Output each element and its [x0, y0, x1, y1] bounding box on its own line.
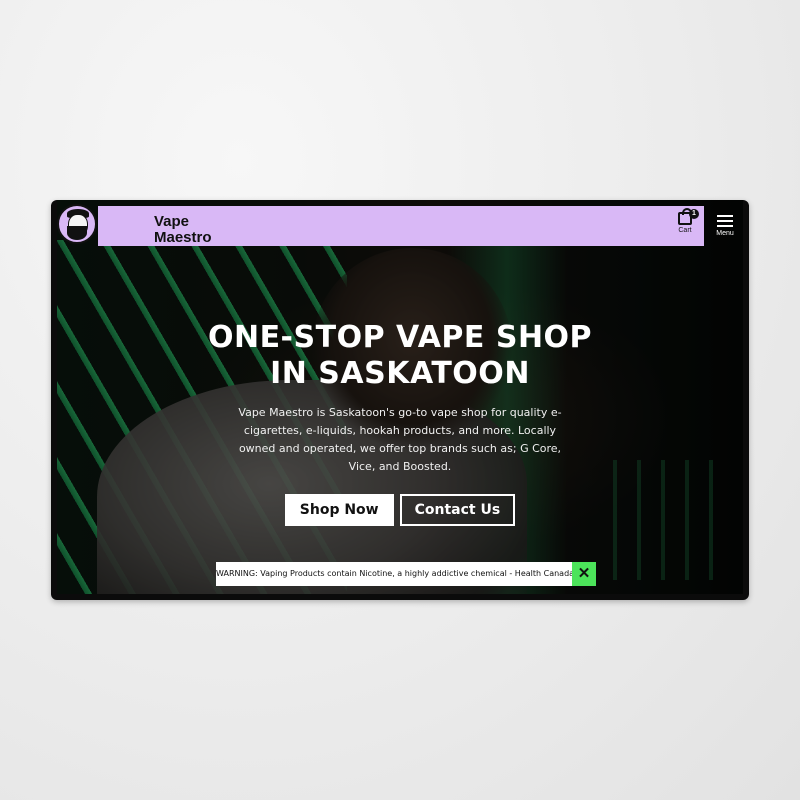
hamburger-icon: [717, 215, 733, 217]
warning-text: WARNING: Vaping Products contain Nicotin…: [216, 562, 572, 586]
hero-headline: ONE-STOP VAPE SHOP IN SASKATOON: [200, 320, 600, 392]
hero-buttons: Shop Now Contact Us: [57, 494, 743, 526]
menu-button[interactable]: Menu: [710, 212, 740, 246]
site-header: Vape Maestro: [98, 206, 704, 246]
vape-maestro-logo[interactable]: [57, 204, 97, 244]
logo-beard: [67, 226, 87, 240]
contact-us-button[interactable]: Contact Us: [399, 494, 516, 526]
cart-label: Cart: [678, 227, 692, 234]
menu-label: Menu: [716, 230, 734, 237]
brand-line-2: Maestro: [154, 229, 212, 246]
cart-count-badge: 1: [689, 209, 699, 219]
brand-name[interactable]: Vape Maestro: [154, 214, 244, 246]
headline-line-1: ONE-STOP VAPE SHOP: [207, 320, 593, 355]
shop-now-button[interactable]: Shop Now: [284, 494, 394, 526]
close-icon[interactable]: ✕: [572, 562, 596, 586]
hero-background-image: ONE-STOP VAPE SHOP IN SASKATOON Vape Mae…: [57, 200, 743, 594]
headline-line-2: IN SASKATOON: [270, 356, 530, 391]
hero-content: ONE-STOP VAPE SHOP IN SASKATOON Vape Mae…: [57, 320, 743, 526]
browser-frame: ONE-STOP VAPE SHOP IN SASKATOON Vape Mae…: [51, 200, 749, 600]
brand-line-1: Vape: [154, 213, 190, 230]
cart-button[interactable]: 1 Cart: [671, 206, 699, 242]
health-warning-banner: WARNING: Vaping Products contain Nicotin…: [216, 562, 596, 586]
hero-description: Vape Maestro is Saskatoon's go-to vape s…: [238, 406, 562, 473]
